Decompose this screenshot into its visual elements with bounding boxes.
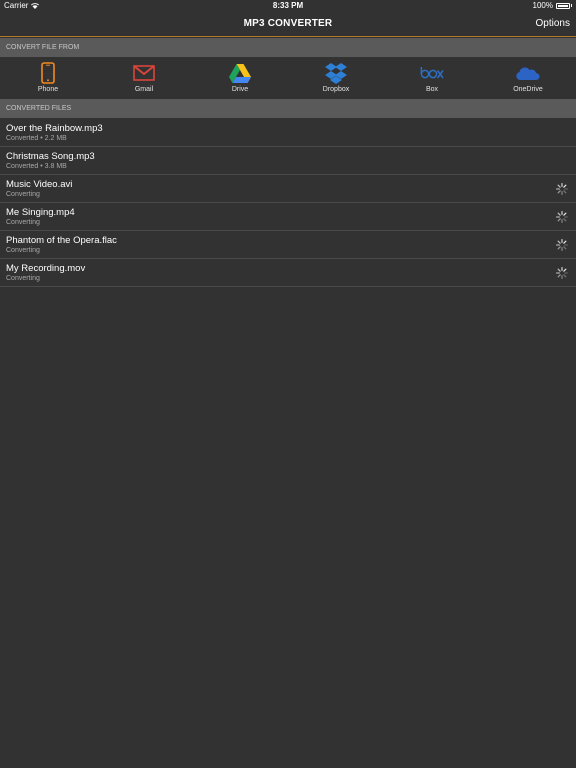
source-box[interactable]: Box (384, 57, 480, 99)
file-status: Converting (6, 275, 40, 282)
source-label: Drive (231, 86, 249, 93)
file-name: Phantom of the Opera.flac (6, 235, 117, 246)
google-drive-icon (192, 62, 288, 84)
loading-spinner-icon (556, 239, 568, 251)
file-status: Converted • 3.8 MB (6, 163, 67, 170)
file-name: Me Singing.mp4 (6, 207, 75, 218)
loading-spinner-icon (556, 211, 568, 223)
box-icon (384, 62, 480, 84)
file-status: Converting (6, 219, 40, 226)
file-name: Over the Rainbow.mp3 (6, 123, 103, 134)
status-bar: Carrier 8:33 PM 100% (0, 0, 576, 12)
file-name: Christmas Song.mp3 (6, 151, 95, 162)
file-name: Music Video.avi (6, 179, 73, 190)
convert-section-header: CONVERT FILE FROM (0, 38, 576, 57)
onedrive-icon (480, 62, 576, 84)
phone-icon (0, 62, 96, 84)
source-label: Box (425, 86, 439, 93)
battery-percent: 100% (532, 1, 553, 10)
source-gmail[interactable]: Gmail (96, 57, 192, 99)
options-button[interactable]: Options (536, 18, 570, 29)
source-label: Dropbox (322, 86, 350, 93)
source-drive[interactable]: Drive (192, 57, 288, 99)
loading-spinner-icon (556, 267, 568, 279)
source-dropbox[interactable]: Dropbox (288, 57, 384, 99)
file-row[interactable]: Over the Rainbow.mp3 Converted • 2.2 MB (0, 119, 576, 147)
file-name: My Recording.mov (6, 263, 86, 274)
source-label: Gmail (134, 86, 154, 93)
file-row[interactable]: Christmas Song.mp3 Converted • 3.8 MB (0, 147, 576, 175)
battery-group: 100% (533, 1, 572, 10)
battery-tip (571, 4, 572, 7)
source-label: OneDrive (513, 86, 543, 93)
file-status: Converting (6, 247, 40, 254)
battery-icon (556, 2, 570, 9)
clock: 8:33 PM (272, 1, 304, 10)
file-status: Converted • 2.2 MB (6, 135, 67, 142)
file-row[interactable]: Phantom of the Opera.flac Converting (0, 231, 576, 259)
file-status: Converting (6, 191, 40, 198)
file-list: Over the Rainbow.mp3 Converted • 2.2 MB … (0, 119, 576, 287)
source-label: Phone (37, 86, 59, 93)
gmail-icon (96, 62, 192, 84)
source-phone[interactable]: Phone (0, 57, 96, 99)
nav-bar: MP3 CONVERTER Options (0, 12, 576, 37)
loading-spinner-icon (556, 183, 568, 195)
file-row[interactable]: My Recording.mov Converting (0, 259, 576, 287)
dropbox-icon (288, 62, 384, 84)
file-row[interactable]: Me Singing.mp4 Converting (0, 203, 576, 231)
file-row[interactable]: Music Video.avi Converting (0, 175, 576, 203)
converted-section-header: CONVERTED FILES (0, 99, 576, 118)
source-onedrive[interactable]: OneDrive (480, 57, 576, 99)
page-title: MP3 CONVERTER (243, 18, 333, 29)
source-list: Phone Gmail Drive Dropbox Box OneDrive (0, 57, 576, 99)
